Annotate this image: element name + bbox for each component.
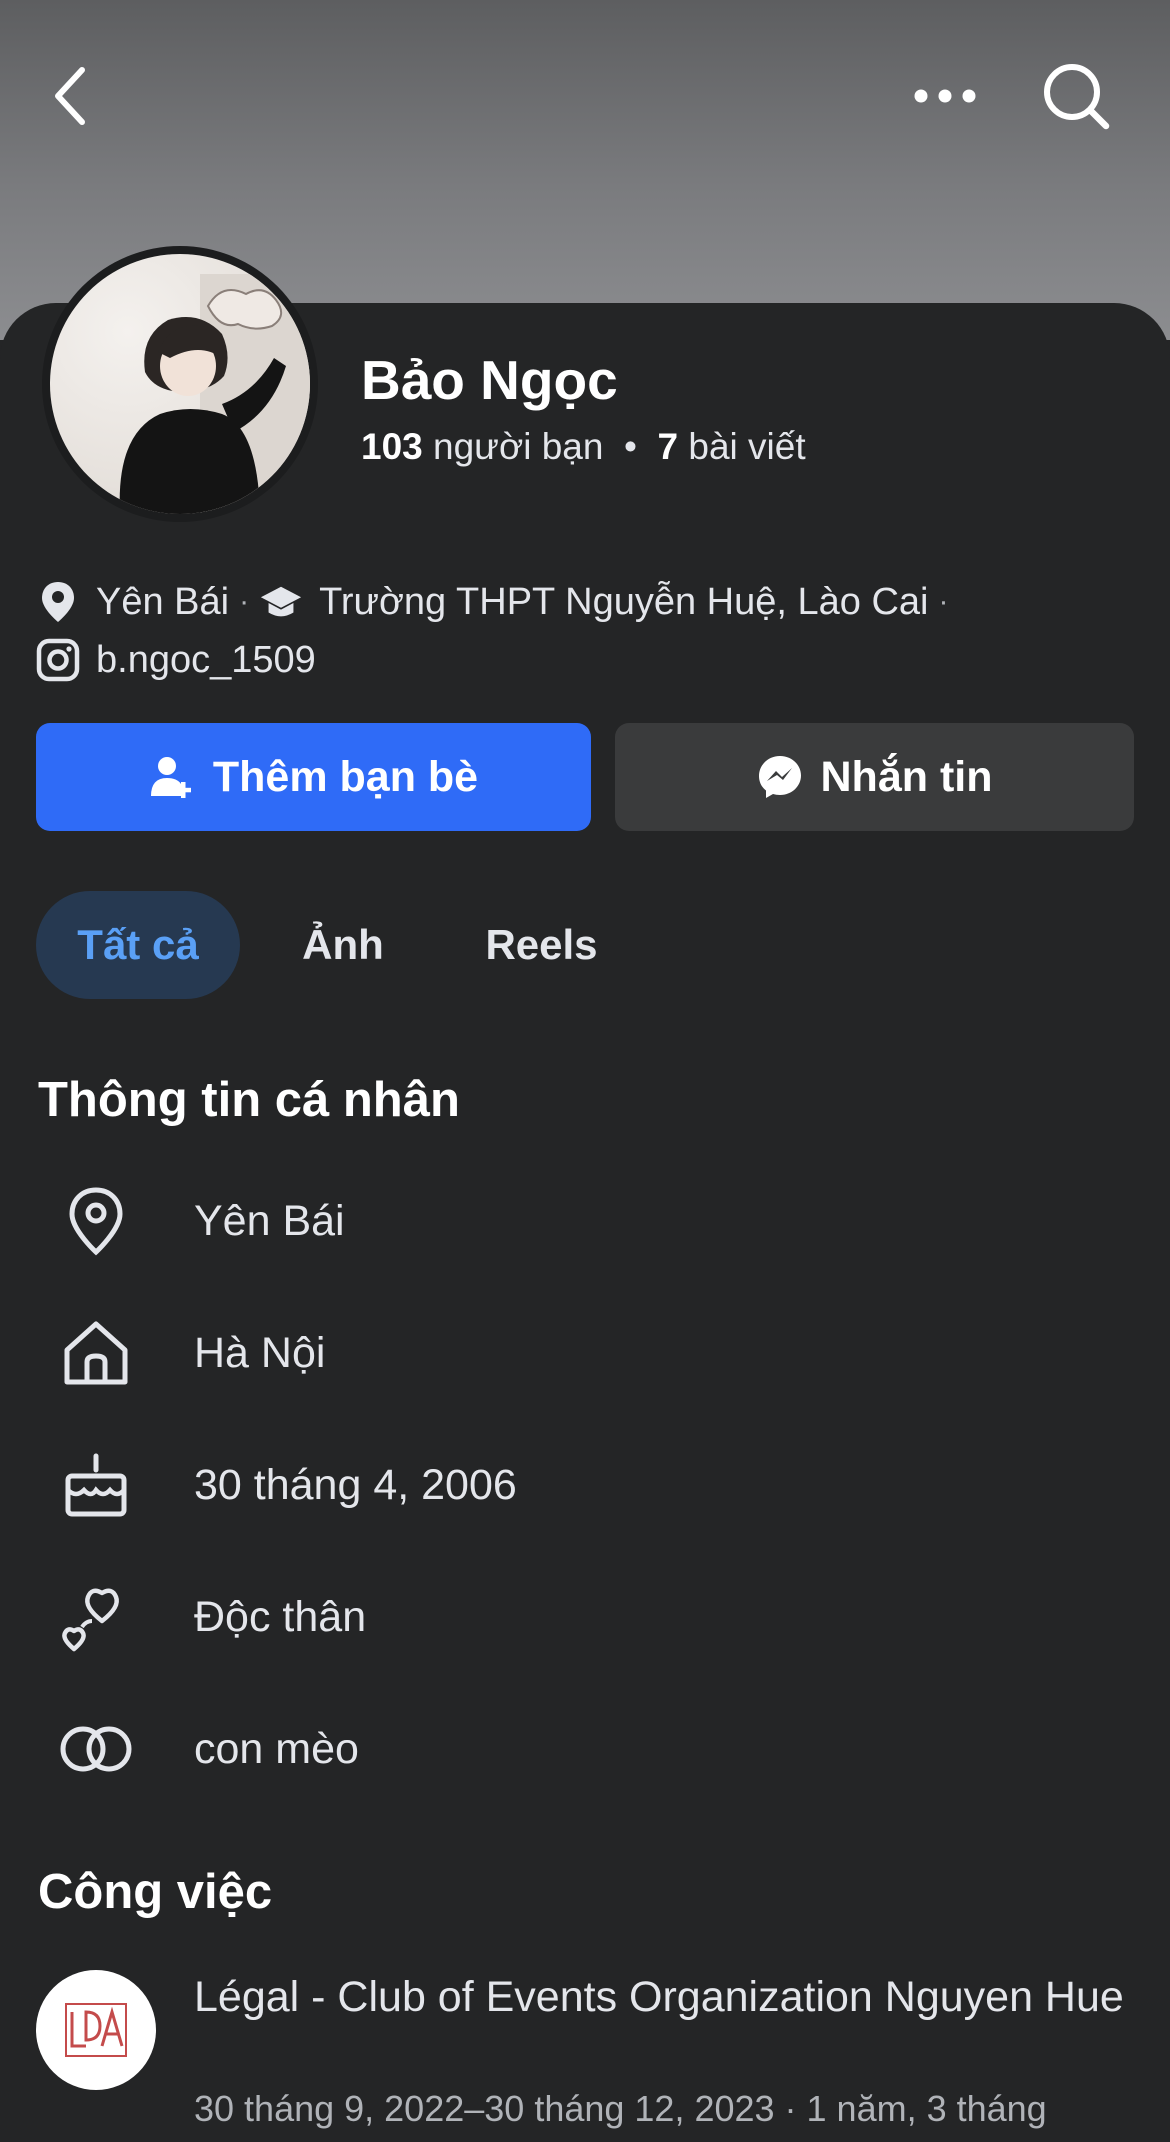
info-row-interests[interactable]: con mèo xyxy=(0,1694,1170,1804)
meta-separator: · xyxy=(938,585,949,618)
work-org-logo[interactable] xyxy=(36,1970,156,2090)
meta-school[interactable]: Trường THPT Nguyễn Huệ, Lào Cai xyxy=(319,581,928,624)
tab-reels[interactable]: Reels xyxy=(460,891,623,999)
message-label: Nhắn tin xyxy=(820,752,993,801)
info-row-birthday[interactable]: 30 tháng 4, 2006 xyxy=(0,1430,1170,1540)
legal-club-logo-icon xyxy=(65,2003,127,2057)
more-dots-icon xyxy=(914,89,976,103)
add-friend-label: Thêm bạn bè xyxy=(212,752,479,801)
search-button[interactable] xyxy=(1035,55,1117,137)
back-button[interactable] xyxy=(40,60,100,132)
add-person-icon xyxy=(149,754,195,800)
chevron-left-icon xyxy=(55,67,85,125)
home-icon xyxy=(58,1315,134,1391)
info-row-relationship[interactable]: Độc thân xyxy=(0,1562,1170,1672)
profile-stats: 103 người bạn • 7 bài viết xyxy=(361,426,806,468)
posts-count: 7 xyxy=(657,426,679,467)
stats-separator: • xyxy=(613,426,648,467)
search-icon xyxy=(1044,64,1110,130)
info-interests-text: con mèo xyxy=(194,1724,359,1773)
meta-instagram[interactable]: b.ngoc_1509 xyxy=(96,639,316,682)
work-dates: 30 tháng 9, 2022–30 tháng 12, 2023 · 1 n… xyxy=(194,2088,1047,2129)
tab-photos[interactable]: Ảnh xyxy=(275,891,411,999)
messenger-icon xyxy=(757,754,803,800)
location-pin-icon xyxy=(36,580,80,624)
tab-all[interactable]: Tất cả xyxy=(36,891,240,999)
info-row-hometown[interactable]: Hà Nội xyxy=(0,1298,1170,1408)
add-friend-button[interactable]: Thêm bạn bè xyxy=(36,723,591,831)
personal-info-title: Thông tin cá nhân xyxy=(38,1073,460,1127)
info-birthday-text: 30 tháng 4, 2006 xyxy=(194,1460,517,1509)
message-button[interactable]: Nhắn tin xyxy=(615,723,1134,831)
hearts-icon xyxy=(58,1579,134,1655)
avatar[interactable] xyxy=(42,246,318,522)
meta-location[interactable]: Yên Bái xyxy=(96,581,229,624)
info-location-text: Yên Bái xyxy=(194,1196,345,1245)
location-pin-icon xyxy=(58,1183,134,1259)
meta-separator: · xyxy=(239,585,250,618)
profile-meta-line-1: Yên Bái · Trường THPT Nguyễn Huệ, Lào Ca… xyxy=(36,580,958,624)
work-section-title: Công việc xyxy=(38,1865,273,1919)
profile-meta-line-2: b.ngoc_1509 xyxy=(36,638,316,682)
graduation-cap-icon xyxy=(259,580,303,624)
info-relationship-text: Độc thân xyxy=(194,1592,367,1641)
friends-label[interactable]: người bạn xyxy=(433,426,603,467)
friends-count[interactable]: 103 xyxy=(361,426,423,467)
rings-icon xyxy=(58,1711,134,1787)
birthday-cake-icon xyxy=(58,1447,134,1523)
work-org-name[interactable]: Légal - Club of Events Organization Nguy… xyxy=(194,1970,1134,2024)
info-row-location[interactable]: Yên Bái xyxy=(0,1166,1170,1276)
instagram-icon xyxy=(36,638,80,682)
posts-label: bài viết xyxy=(688,426,806,467)
avatar-photo xyxy=(50,254,310,514)
profile-name: Bảo Ngọc xyxy=(361,349,618,411)
info-hometown-text: Hà Nội xyxy=(194,1328,326,1377)
more-options-button[interactable] xyxy=(905,60,985,132)
